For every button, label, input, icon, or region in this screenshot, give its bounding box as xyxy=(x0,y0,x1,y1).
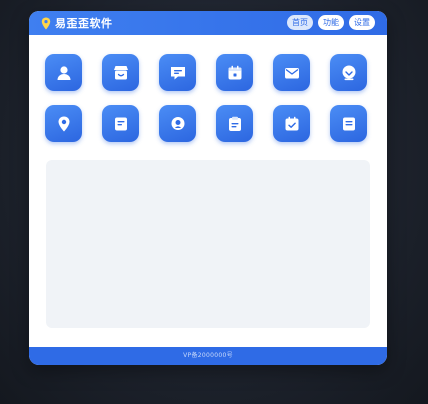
tile-note[interactable] xyxy=(330,105,367,142)
support-icon xyxy=(171,116,184,130)
location-icon xyxy=(58,116,69,131)
store-icon xyxy=(113,65,128,79)
download-icon xyxy=(342,65,355,80)
tile-calendar[interactable] xyxy=(216,54,253,91)
tile-calendar-check[interactable] xyxy=(273,105,310,142)
tile-clipboard[interactable] xyxy=(216,105,253,142)
tile-mail[interactable] xyxy=(273,54,310,91)
app-title: 易歪歪软件 xyxy=(55,17,113,30)
nav-home-button[interactable]: 首页 xyxy=(287,15,313,30)
footer-bar: VP备2000000号 xyxy=(29,347,387,365)
note-icon xyxy=(342,117,355,130)
nav-features-button[interactable]: 功能 xyxy=(318,15,344,30)
tile-location[interactable] xyxy=(45,105,82,142)
tile-document[interactable] xyxy=(102,105,139,142)
location-pin-icon xyxy=(40,16,52,30)
tile-chat[interactable] xyxy=(159,54,196,91)
mail-icon xyxy=(284,67,299,78)
function-grid xyxy=(45,54,375,142)
clipboard-icon xyxy=(228,116,241,131)
calendar-icon xyxy=(228,65,241,79)
top-nav: 首页 功能 设置 xyxy=(287,15,375,30)
tile-user[interactable] xyxy=(45,54,82,91)
content-panel xyxy=(46,160,370,328)
title-bar: 易歪歪软件 首页 功能 设置 xyxy=(29,11,387,35)
tile-store[interactable] xyxy=(102,54,139,91)
calendar-check-icon xyxy=(285,116,298,130)
chat-icon xyxy=(170,66,185,79)
tile-support[interactable] xyxy=(159,105,196,142)
document-icon xyxy=(114,117,127,130)
user-icon xyxy=(57,65,70,80)
nav-settings-button[interactable]: 设置 xyxy=(349,15,375,30)
app-window: 易歪歪软件 首页 功能 设置 VP备2000000号 xyxy=(29,11,387,365)
tile-download[interactable] xyxy=(330,54,367,91)
